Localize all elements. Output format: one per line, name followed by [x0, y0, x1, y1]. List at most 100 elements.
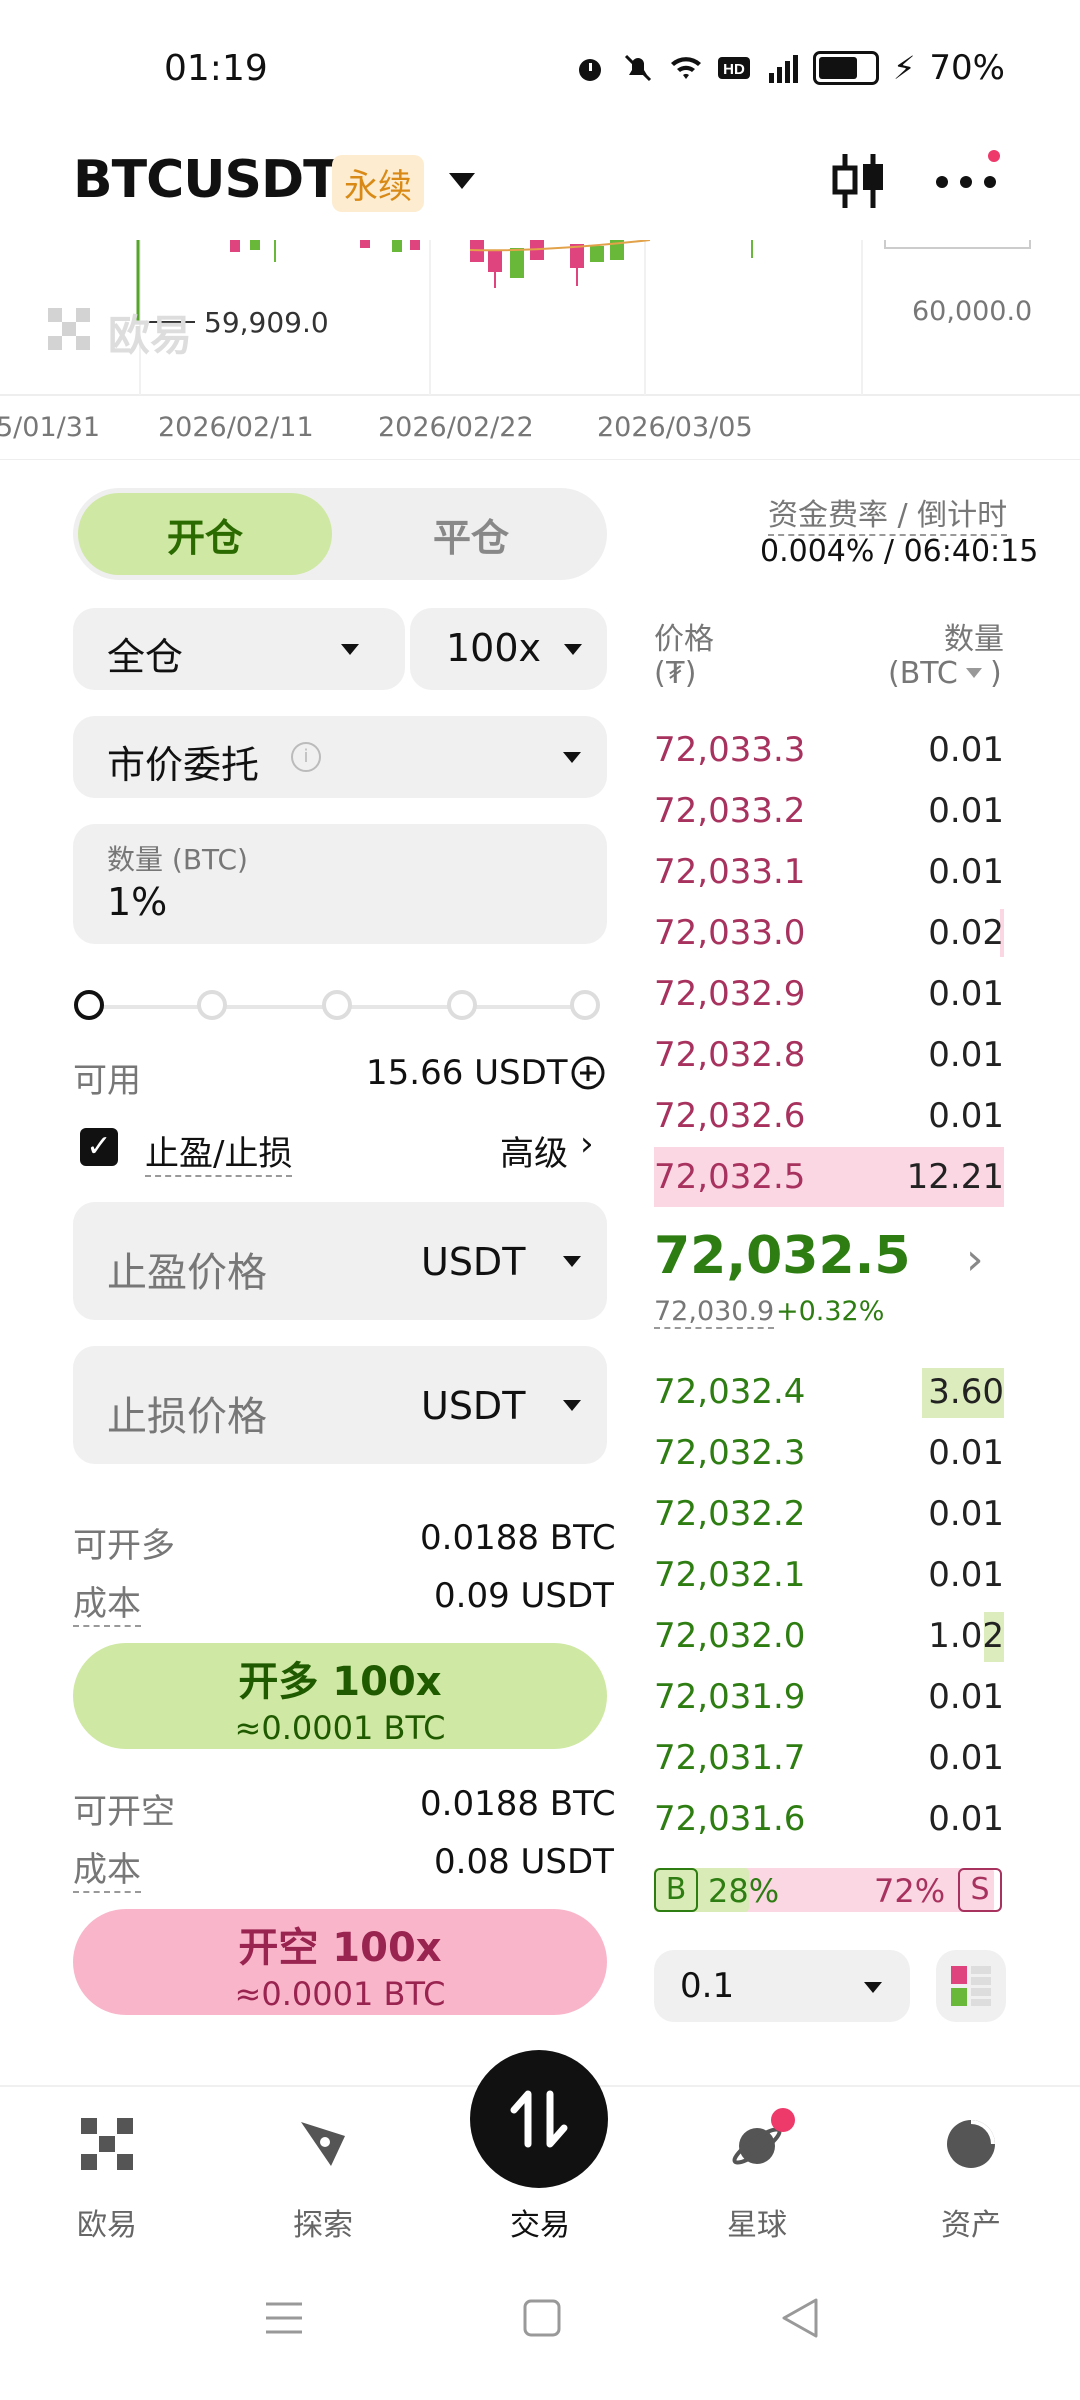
signal-icon: [768, 55, 798, 83]
tick-size-select[interactable]: 0.1: [654, 1950, 910, 2022]
slider-step[interactable]: [570, 990, 600, 1020]
funding-label[interactable]: 资金费率 / 倒计时: [768, 490, 1008, 536]
leverage-value: 100x: [446, 626, 542, 670]
candlestick-chart-icon[interactable]: [830, 150, 888, 212]
stop-loss-input[interactable]: 止损价格 USDT: [73, 1346, 607, 1464]
advanced-link[interactable]: 高级: [500, 1126, 568, 1175]
date-tick: 2026/02/22: [378, 412, 534, 443]
trade-swap-icon: [510, 2090, 568, 2148]
buy-badge: B: [654, 1868, 698, 1912]
qty-unit-dropdown-icon[interactable]: [966, 668, 982, 678]
menu-icon[interactable]: [264, 2300, 304, 2336]
quantity-label: 数量 (BTC): [107, 843, 248, 876]
ask-price: 72,033.2: [654, 791, 806, 831]
ask-row[interactable]: 72,032.9 0.01: [654, 964, 1004, 1024]
price-chart[interactable]: 欧易 59,909.0 60,000.0 5/01/31 2026/02/11 …: [0, 239, 1080, 461]
bid-row[interactable]: 72,032.1 0.01: [654, 1545, 1004, 1605]
quantity-input[interactable]: 数量 (BTC) 1%: [73, 824, 607, 944]
status-time: 01:19: [164, 48, 268, 89]
tab-open[interactable]: 开仓: [78, 493, 332, 575]
long-cost-value: 0.09 USDT: [434, 1576, 614, 1616]
open-long-button[interactable]: 开多 100x ≈0.0001 BTC: [73, 1643, 607, 1749]
open-short-button[interactable]: 开空 100x ≈0.0001 BTC: [73, 1909, 607, 2015]
take-profit-input[interactable]: 止盈价格 USDT: [73, 1202, 607, 1320]
tab-close[interactable]: 平仓: [340, 493, 602, 575]
book-layout-button[interactable]: [936, 1950, 1006, 2022]
mark-price[interactable]: 72,030.9: [654, 1296, 775, 1329]
ask-row[interactable]: 72,032.5 12.21: [654, 1147, 1004, 1207]
chart-price-tick: 60,000.0: [912, 296, 1033, 327]
nav-label: 探索: [293, 2208, 353, 2243]
slider-step[interactable]: [322, 990, 352, 1020]
short-cost-label[interactable]: 成本: [73, 1842, 141, 1893]
nav-label: 欧易: [77, 2208, 137, 2243]
tick-size-value: 0.1: [680, 1966, 735, 2006]
margin-mode-select[interactable]: 全仓: [73, 608, 405, 690]
long-cost-label[interactable]: 成本: [73, 1576, 141, 1627]
bid-row[interactable]: 72,031.6 0.01: [654, 1789, 1004, 1849]
slider-step[interactable]: [197, 990, 227, 1020]
ask-row[interactable]: 72,032.6 0.01: [654, 1086, 1004, 1146]
order-type-select[interactable]: 市价委托 i: [73, 716, 607, 798]
chevron-down-icon: [864, 1982, 882, 1993]
info-icon[interactable]: i: [291, 742, 321, 772]
mute-icon: [624, 54, 652, 82]
chart-low-label: 59,909.0: [204, 306, 329, 339]
tp-unit[interactable]: USDT: [421, 1240, 525, 1284]
nav-assets[interactable]: 资产: [896, 2116, 1046, 2244]
pair-title[interactable]: BTCUSDT: [73, 150, 339, 210]
open-long-sub: ≈0.0001 BTC: [234, 1709, 446, 1747]
bid-qty: 0.01: [928, 1799, 1004, 1839]
back-icon[interactable]: [780, 2296, 820, 2340]
ask-row[interactable]: 72,033.3 0.01: [654, 720, 1004, 780]
nav-explore[interactable]: 探索: [248, 2116, 398, 2244]
nav-planet[interactable]: 星球: [682, 2116, 832, 2244]
price-header: 价格: [654, 622, 714, 657]
leverage-select[interactable]: 100x: [410, 608, 607, 690]
nav-trade-button[interactable]: [470, 2050, 608, 2188]
nav-okx[interactable]: 欧易: [32, 2116, 182, 2244]
ask-price: 72,033.0: [654, 913, 806, 953]
last-price[interactable]: 72,032.5: [654, 1226, 911, 1286]
chevron-right-icon[interactable]: ›: [966, 1234, 984, 1285]
qty-unit[interactable]: (BTC: [888, 656, 958, 691]
nav-label: 资产: [941, 2208, 1001, 2243]
more-options-icon[interactable]: [932, 150, 1004, 212]
sell-badge: S: [958, 1868, 1002, 1912]
bid-price: 72,032.3: [654, 1433, 806, 1473]
bid-row[interactable]: 72,031.7 0.01: [654, 1728, 1004, 1788]
ask-qty: 0.01: [928, 974, 1004, 1014]
pie-chart-icon: [947, 2120, 995, 2168]
okx-watermark-icon: [48, 308, 90, 350]
tpsl-label[interactable]: 止盈/止损: [145, 1126, 293, 1177]
quantity-value: 1%: [107, 880, 168, 924]
battery-percent: 70%: [929, 48, 1005, 88]
ask-row[interactable]: 72,033.2 0.01: [654, 781, 1004, 841]
bid-row[interactable]: 72,032.2 0.01: [654, 1484, 1004, 1544]
open-long-label: 开多 100x: [238, 1659, 442, 1705]
wifi-icon: [670, 57, 701, 79]
add-funds-icon[interactable]: [570, 1055, 606, 1091]
bid-row[interactable]: 72,032.0 1.02: [654, 1606, 1004, 1666]
slider-step[interactable]: [447, 990, 477, 1020]
pair-dropdown-icon[interactable]: [449, 173, 475, 189]
bid-price: 72,032.2: [654, 1494, 806, 1534]
nav-label-trade[interactable]: 交易: [465, 2200, 615, 2244]
ask-qty: 0.01: [928, 791, 1004, 831]
sl-unit[interactable]: USDT: [421, 1384, 525, 1428]
bid-price: 72,032.1: [654, 1555, 806, 1595]
price-change: +0.32%: [776, 1296, 885, 1327]
bid-row[interactable]: 72,032.3 0.01: [654, 1423, 1004, 1483]
ask-row[interactable]: 72,032.8 0.01: [654, 1025, 1004, 1085]
bid-row[interactable]: 72,032.4 3.60: [654, 1362, 1004, 1422]
home-icon[interactable]: [522, 2298, 562, 2338]
ask-row[interactable]: 72,033.1 0.01: [654, 842, 1004, 902]
charging-icon: ⚡: [892, 49, 916, 87]
ask-qty: 0.01: [928, 852, 1004, 892]
tpsl-checkbox[interactable]: ✓: [80, 1128, 118, 1166]
quantity-slider[interactable]: [74, 990, 600, 1024]
slider-handle[interactable]: [74, 990, 104, 1020]
can-short-value: 0.0188 BTC: [420, 1784, 616, 1824]
bid-row[interactable]: 72,031.9 0.01: [654, 1667, 1004, 1727]
ask-row[interactable]: 72,033.0 0.02: [654, 903, 1004, 963]
